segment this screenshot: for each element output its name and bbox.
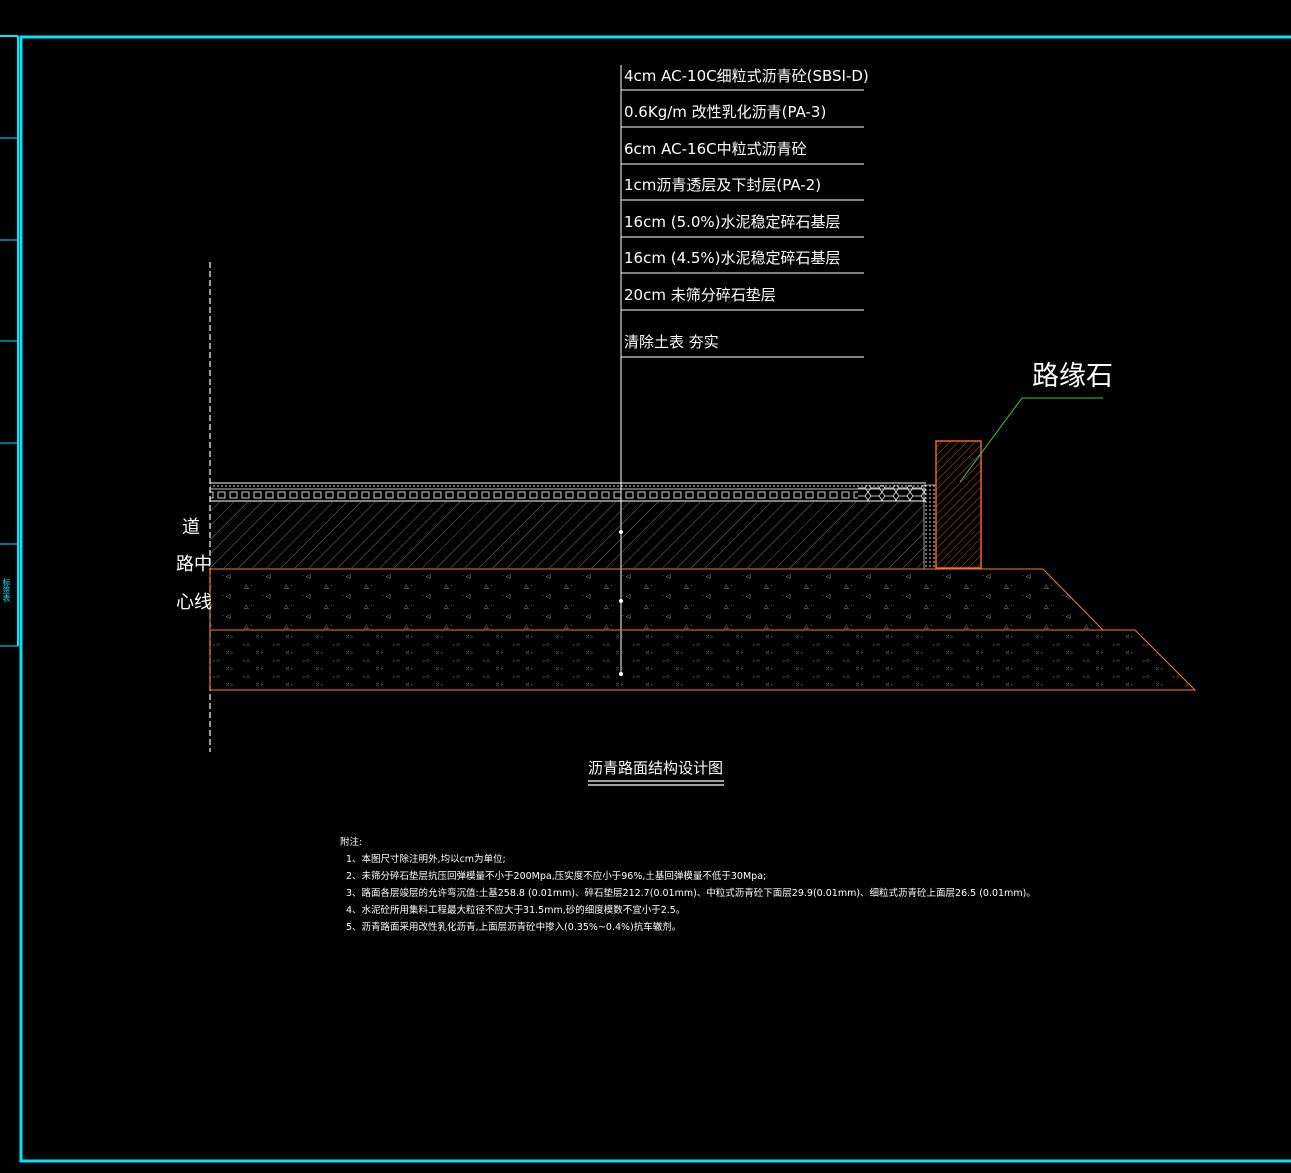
title-block-tag: 标签表 bbox=[2, 578, 11, 602]
centerline-label-3: 心线 bbox=[176, 592, 212, 613]
note-item: 5、沥青路面采用改性乳化沥青,上面层沥青砼中掺入(0.35%~0.4%)抗车辙剂… bbox=[346, 922, 682, 933]
base-layer-lower bbox=[209, 568, 1105, 631]
centerline-label-1: 道 bbox=[182, 517, 200, 538]
note-item: 1、本图尺寸除注明外,均以cm为单位; bbox=[346, 854, 506, 865]
notes-heading: 附注: bbox=[340, 837, 363, 848]
drawing-title: 沥青路面结构设计图 bbox=[588, 759, 724, 777]
edge-fill-strip bbox=[923, 484, 937, 570]
curb-stone bbox=[935, 440, 982, 569]
notes-block: 附注: 1、本图尺寸除注明外,均以cm为单位; 2、未筛分碎石垫层抗压回弹模量不… bbox=[340, 834, 1036, 936]
layer-label-3: 6cm AC-16C中粒式沥青砼 bbox=[624, 140, 807, 158]
cement-stabilized-base bbox=[210, 502, 924, 568]
centerline-label-2: 路中 bbox=[176, 554, 212, 575]
cad-drawing-canvas: △ · · ◁ ◦⁘ ⁙◦ bbox=[0, 0, 1291, 1173]
layer-label-1: 4cm AC-10C细粒式沥青砼(SBSI-D) bbox=[624, 67, 869, 85]
layer-label-6: 16cm (4.5%)水泥稳定碎石基层 bbox=[624, 249, 841, 267]
note-item: 4、水泥砼所用集料工程最大粒径不应大于31.5mm,砂的细度模数不宜小于2.5。 bbox=[346, 905, 686, 916]
curb-stone-label: 路缘石 bbox=[1032, 361, 1113, 392]
note-item: 2、未筛分碎石垫层抗压回弹模量不小于200Mpa,压实度不应小于96%,土基回弹… bbox=[346, 871, 767, 882]
layer-label-5: 16cm (5.0%)水泥稳定碎石基层 bbox=[624, 213, 841, 231]
note-item: 3、路面各层竣层的允许弯沉值:土基258.8 (0.01mm)、碎石垫层212.… bbox=[346, 888, 1036, 899]
layer-label-2: 0.6Kg/m 改性乳化沥青(PA-3) bbox=[624, 103, 827, 121]
asphalt-surface-layers bbox=[210, 482, 926, 502]
layer-label-7: 20cm 未筛分碎石垫层 bbox=[624, 286, 776, 304]
layer-label-4: 1cm沥青透层及下封层(PA-2) bbox=[624, 176, 822, 194]
cushion-layer bbox=[209, 629, 1197, 691]
layer-label-8: 清除土表 夯实 bbox=[624, 333, 719, 351]
